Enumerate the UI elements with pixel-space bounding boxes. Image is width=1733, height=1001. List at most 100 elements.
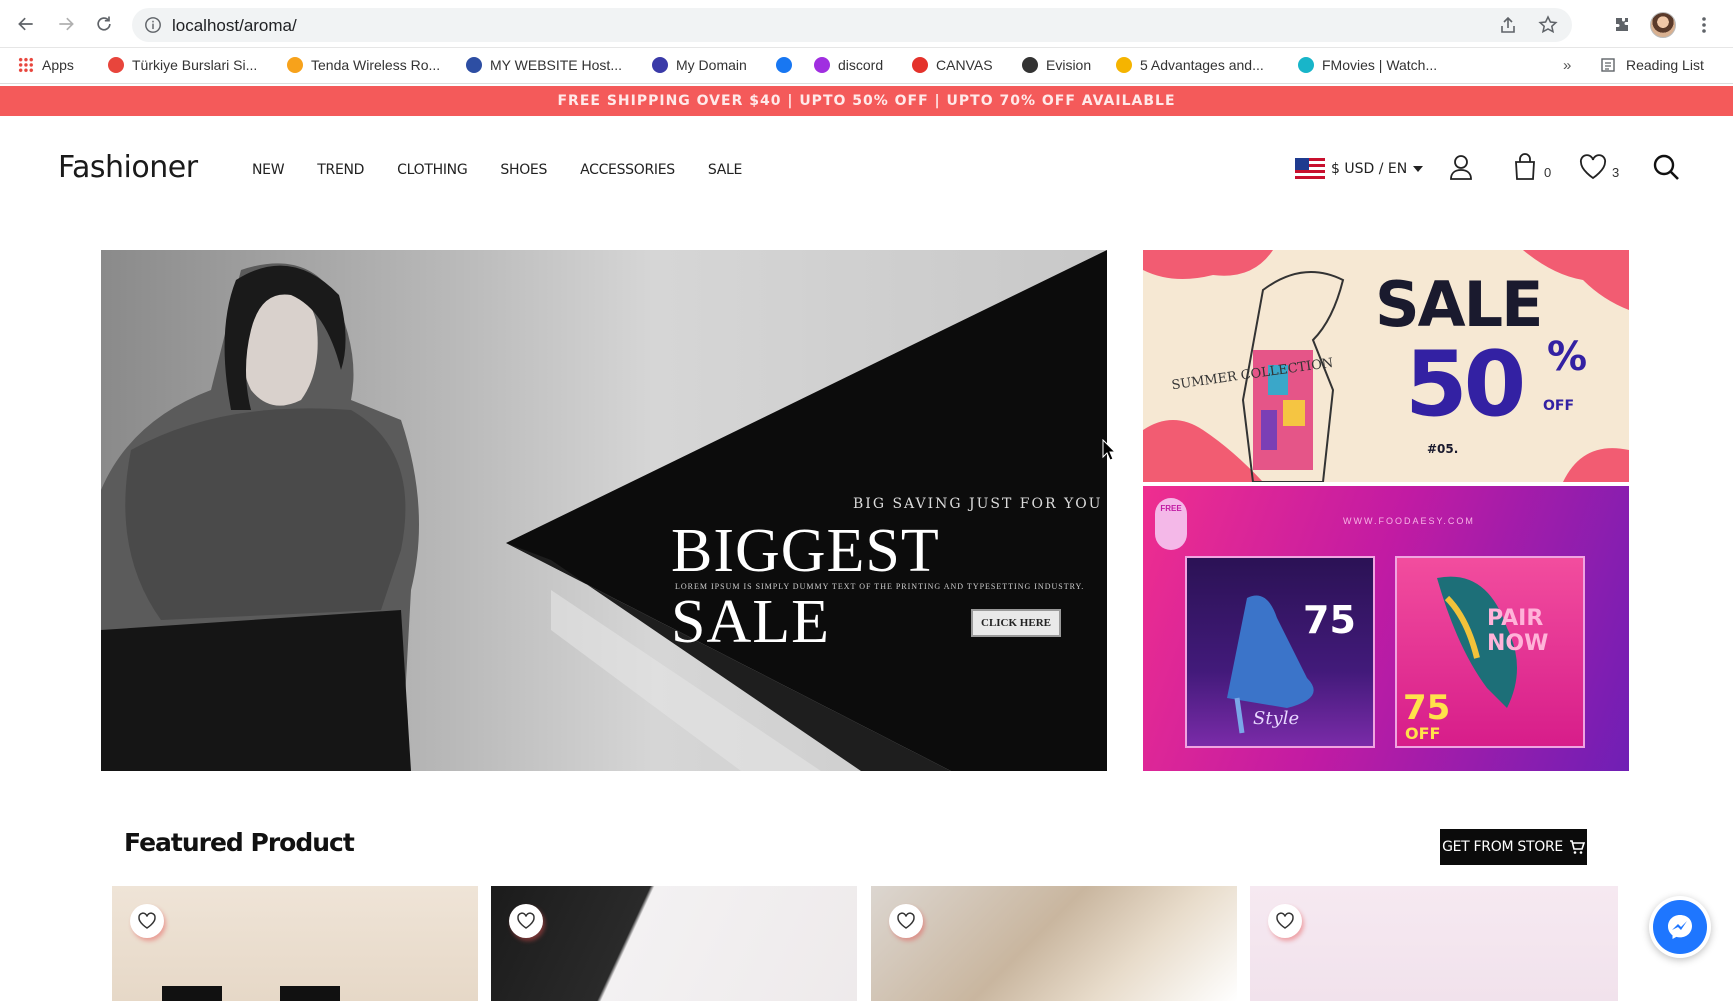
free-badge: FREE <box>1155 498 1187 550</box>
bookmark-label: 5 Advantages and... <box>1140 57 1264 73</box>
bookmarks-bar: Apps Türkiye Burslari Si... Tenda Wireless… <box>0 50 1733 84</box>
nav-item-trend[interactable]: TREND <box>317 162 364 178</box>
smiley-icon <box>1116 57 1132 73</box>
card2-percent: 75 <box>1403 688 1451 728</box>
extensions-icon[interactable] <box>1612 15 1632 35</box>
get-from-store-button[interactable]: GET FROM STORE <box>1440 829 1587 865</box>
address-bar[interactable]: localhost/aroma/ <box>132 8 1572 42</box>
caret-down-icon <box>1413 166 1424 172</box>
bookmark-label: My Domain <box>676 57 747 73</box>
discord-icon <box>814 57 830 73</box>
nav-item-sale[interactable]: SALE <box>708 162 742 178</box>
wishlist-toggle[interactable] <box>130 904 164 938</box>
bookmark-bookmark[interactable]: Türkiye Burslari Si... <box>108 57 257 73</box>
apps-grid-icon <box>18 57 34 73</box>
currency-label: $ USD / EN <box>1331 161 1408 177</box>
heart-icon <box>138 912 156 929</box>
card1-percent: 75 <box>1303 598 1356 642</box>
hero-subtext: LOREM IPSUM IS SIMPLY DUMMY TEXT OF THE … <box>675 582 1085 591</box>
messenger-chat-button[interactable] <box>1649 896 1711 958</box>
tenda-icon <box>287 57 303 73</box>
bookmark-canvas[interactable]: CANVAS <box>912 57 993 73</box>
heart-icon <box>897 912 915 929</box>
share-icon[interactable] <box>1498 15 1518 35</box>
shoe-card-2: PAIR NOW 75 OFF <box>1395 556 1585 748</box>
shoe-card-1: 75 Style <box>1185 556 1375 748</box>
bookmark-label: Tenda Wireless Ro... <box>311 57 441 73</box>
mouse-cursor-icon <box>1102 439 1116 461</box>
back-button[interactable] <box>14 12 38 36</box>
wishlist-toggle[interactable] <box>509 904 543 938</box>
bookmark-label: FMovies | Watch... <box>1322 57 1438 73</box>
profile-avatar[interactable] <box>1650 12 1676 38</box>
account-button[interactable] <box>1446 152 1476 182</box>
bookmark-apps-grid[interactable]: Apps <box>18 57 74 73</box>
canvas-icon <box>912 57 928 73</box>
product-card[interactable] <box>112 886 478 1001</box>
heart-icon <box>1276 912 1294 929</box>
bookmark-label: discord <box>838 57 884 73</box>
messenger-icon <box>1668 915 1692 939</box>
user-icon <box>1450 155 1472 180</box>
forward-button[interactable] <box>54 12 78 36</box>
card2-off: OFF <box>1405 724 1441 743</box>
card1-style-text: Style <box>1253 708 1300 729</box>
bookmark-domain[interactable]: My Domain <box>652 57 747 73</box>
reading-list-icon <box>1601 58 1615 72</box>
bookmark-discord[interactable]: discord <box>814 57 883 73</box>
heart-icon <box>517 912 535 929</box>
product-card[interactable] <box>1250 886 1618 1001</box>
site-logo[interactable]: Fashioner <box>58 150 198 185</box>
shoes-sale-banner[interactable]: FREE WWW.FOODAESY.COM 75 Style PAIR NOW … <box>1143 486 1629 771</box>
star-icon[interactable] <box>1538 15 1558 35</box>
info-icon[interactable] <box>144 16 162 34</box>
bookmark-evision[interactable]: Evision <box>1022 57 1091 73</box>
sale-tag: #05. <box>1427 442 1459 456</box>
bookmark-smiley[interactable]: 5 Advantages and... <box>1116 57 1264 73</box>
hero-banner[interactable]: BIG SAVING JUST FOR YOU BIGGEST SALE LOR… <box>101 250 1107 771</box>
heart-icon <box>1580 154 1606 180</box>
fmovies-icon <box>1298 57 1314 73</box>
back-arrow-icon <box>18 17 33 31</box>
url-text[interactable]: localhost/aroma/ <box>172 16 297 36</box>
wishlist-toggle[interactable] <box>1268 904 1302 938</box>
reading-list-button[interactable]: Reading List <box>1600 57 1704 73</box>
nav-item-accessories[interactable]: ACCESSORIES <box>580 162 675 178</box>
reload-button[interactable] <box>92 12 116 36</box>
wishlist-count: 3 <box>1612 165 1620 180</box>
announcement-bar: FREE SHIPPING OVER $40 | UPTO 50% OFF | … <box>0 86 1733 116</box>
bookmark-tenda[interactable]: Tenda Wireless Ro... <box>287 57 440 73</box>
wishlist-button[interactable]: 3 <box>1578 152 1619 182</box>
summer-sale-banner[interactable]: SUMMER COLLECTION SALE 50 % OFF #05. <box>1143 250 1629 482</box>
cart-button[interactable]: 0 <box>1510 152 1551 182</box>
search-button[interactable] <box>1651 152 1681 182</box>
browser-toolbar: localhost/aroma/ <box>0 0 1733 48</box>
messenger-badge <box>1653 900 1707 954</box>
product-image <box>162 986 340 1001</box>
bookmarks-overflow-button[interactable]: » <box>1563 57 1571 74</box>
reading-list-label: Reading List <box>1626 57 1704 73</box>
search-icon <box>1653 154 1679 180</box>
hero-kicker: BIG SAVING JUST FOR YOU <box>853 496 1103 512</box>
bookmark-label: CANVAS <box>936 57 993 73</box>
bookmark-facebook[interactable] <box>776 57 792 73</box>
product-card[interactable] <box>491 886 857 1001</box>
sale-off-text: OFF <box>1543 398 1575 414</box>
bookmark-fmovies[interactable]: FMovies | Watch... <box>1298 57 1437 73</box>
card2-text: PAIR NOW <box>1487 606 1549 656</box>
bookmark-host[interactable]: MY WEBSITE Host... <box>466 57 622 73</box>
announcement-text: FREE SHIPPING OVER $40 | UPTO 50% OFF | … <box>557 93 1176 109</box>
kebab-menu-icon[interactable] <box>1694 15 1714 35</box>
cart-count: 0 <box>1544 165 1552 180</box>
bookmark-label: Evision <box>1046 57 1092 73</box>
nav-item-new[interactable]: NEW <box>252 162 285 178</box>
featured-product-heading: Featured Product <box>124 828 355 857</box>
currency-selector[interactable]: $ USD / EN <box>1295 158 1424 180</box>
nav-item-shoes[interactable]: SHOES <box>500 162 547 178</box>
click-here-button[interactable]: CLICK HERE <box>971 609 1061 637</box>
wishlist-toggle[interactable] <box>889 904 923 938</box>
main-nav: NEW TREND CLOTHING SHOES ACCESSORIES SAL… <box>252 162 742 178</box>
nav-item-clothing[interactable]: CLOTHING <box>397 162 468 178</box>
host-icon <box>466 57 482 73</box>
product-card[interactable] <box>871 886 1237 1001</box>
